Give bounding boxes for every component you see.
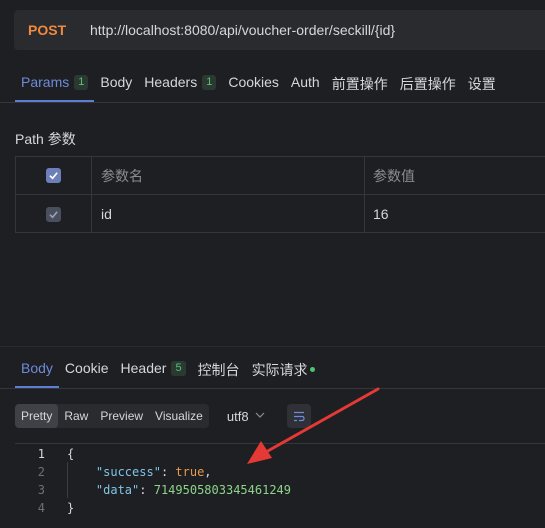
param-value: 16: [373, 206, 389, 222]
tab-label: Body: [21, 360, 53, 376]
brace: {: [67, 447, 75, 461]
row-checkbox[interactable]: [46, 206, 61, 222]
param-value-cell[interactable]: 16: [365, 195, 545, 233]
request-tabs: Params 1 Body Headers 1 Cookies Auth 前置操…: [15, 66, 545, 102]
view-raw-button[interactable]: Raw: [58, 404, 94, 428]
panel-divider[interactable]: [0, 346, 545, 347]
json-key: "success": [95, 465, 161, 479]
url-bar[interactable]: POST http://localhost:8080/api/voucher-o…: [14, 10, 545, 50]
wrap-lines-button[interactable]: [286, 404, 311, 428]
path-params-title: Path 参数: [15, 131, 76, 147]
tab-label: Headers: [144, 74, 198, 90]
tab-label: Auth: [290, 74, 320, 90]
chevron-down-icon: [255, 410, 265, 422]
tab-label: Header: [120, 360, 167, 376]
param-name-cell[interactable]: id: [92, 195, 365, 233]
tab-label: 设置: [467, 76, 496, 92]
response-body-code[interactable]: 1 { 2 "success": true, 3 "data": 7149505…: [15, 443, 545, 528]
header-count-badge: 5: [171, 361, 186, 376]
code-line: 3 "data": 7149505803345461249: [15, 481, 545, 499]
tab-response-cookie[interactable]: Cookie: [59, 352, 115, 388]
code-text: }: [67, 501, 74, 515]
header-name-cell: 参数名: [92, 157, 365, 194]
view-toolbar: Pretty Raw Preview Visualize utf8: [15, 404, 311, 428]
line-number: 2: [37, 465, 45, 479]
tab-response-header[interactable]: Header 5: [115, 352, 192, 388]
tab-post-operations[interactable]: 后置操作: [394, 66, 462, 102]
tab-auth[interactable]: Auth: [285, 66, 326, 102]
view-pretty-button[interactable]: Pretty: [15, 404, 59, 428]
line-number: 4: [37, 501, 45, 515]
code-text: {: [67, 447, 74, 461]
tab-label: Cookie: [64, 360, 109, 376]
header-value-cell: 参数值: [365, 157, 545, 194]
wrap-lines-icon: [293, 411, 305, 421]
table-row: id 16: [16, 195, 545, 233]
encoding-value: utf8: [226, 408, 249, 424]
view-preview-button[interactable]: Preview: [94, 404, 149, 428]
code-line: 1 {: [15, 445, 545, 463]
tab-console[interactable]: 控制台: [192, 352, 246, 388]
param-name: id: [101, 206, 112, 222]
tab-pre-operations[interactable]: 前置操作: [326, 66, 394, 102]
tab-actual-request[interactable]: 实际请求: [246, 352, 321, 388]
tab-headers[interactable]: Headers 1: [138, 66, 222, 102]
tab-label: 前置操作: [331, 76, 388, 92]
tabs-divider: [0, 102, 545, 103]
table-header-row: 参数名 参数值: [16, 157, 545, 195]
select-all-cell: [16, 157, 92, 194]
line-number: 1: [37, 447, 45, 461]
json-value: true: [175, 465, 205, 479]
code-text: "data": 7149505803345461249: [95, 483, 291, 497]
tab-label: Params: [21, 74, 70, 90]
tab-label: 控制台: [197, 362, 240, 378]
select-all-checkbox[interactable]: [46, 168, 61, 183]
check-icon: [49, 210, 58, 218]
response-tabs: Body Cookie Header 5 控制台 实际请求: [15, 352, 545, 388]
tab-label: 后置操作: [399, 76, 456, 92]
headers-count-badge: 1: [202, 75, 217, 90]
params-count-badge: 1: [74, 75, 89, 90]
tab-label: 实际请求: [251, 362, 308, 378]
line-number: 3: [37, 483, 45, 497]
header-param-value: 参数值: [373, 167, 415, 184]
tab-label: Body: [100, 74, 133, 90]
tab-label: Cookies: [228, 74, 279, 90]
path-params-table: 参数名 参数值 id 16: [15, 156, 545, 233]
json-key: "data": [95, 483, 140, 497]
tab-response-body[interactable]: Body: [15, 352, 59, 388]
code-line: 4 }: [15, 499, 545, 517]
header-param-name: 参数名: [101, 167, 143, 184]
http-method[interactable]: POST: [28, 22, 90, 38]
tab-cookies[interactable]: Cookies: [222, 66, 285, 102]
brace: }: [67, 501, 75, 515]
status-dot-icon: [309, 367, 315, 372]
response-tabs-divider: [0, 388, 545, 389]
view-visualize-button[interactable]: Visualize: [149, 404, 209, 428]
tab-params[interactable]: Params 1: [15, 66, 95, 102]
tab-settings[interactable]: 设置: [462, 66, 502, 102]
row-check-cell: [16, 195, 92, 233]
code-line: 2 "success": true,: [15, 463, 545, 481]
tab-body[interactable]: Body: [94, 66, 138, 102]
url-input[interactable]: http://localhost:8080/api/voucher-order/…: [90, 22, 395, 38]
check-icon: [49, 172, 58, 180]
view-mode-switcher: Pretty Raw Preview Visualize: [15, 404, 209, 428]
json-value: 7149505803345461249: [153, 483, 291, 497]
encoding-select[interactable]: utf8: [227, 409, 265, 424]
code-text: "success": true,: [95, 465, 212, 479]
